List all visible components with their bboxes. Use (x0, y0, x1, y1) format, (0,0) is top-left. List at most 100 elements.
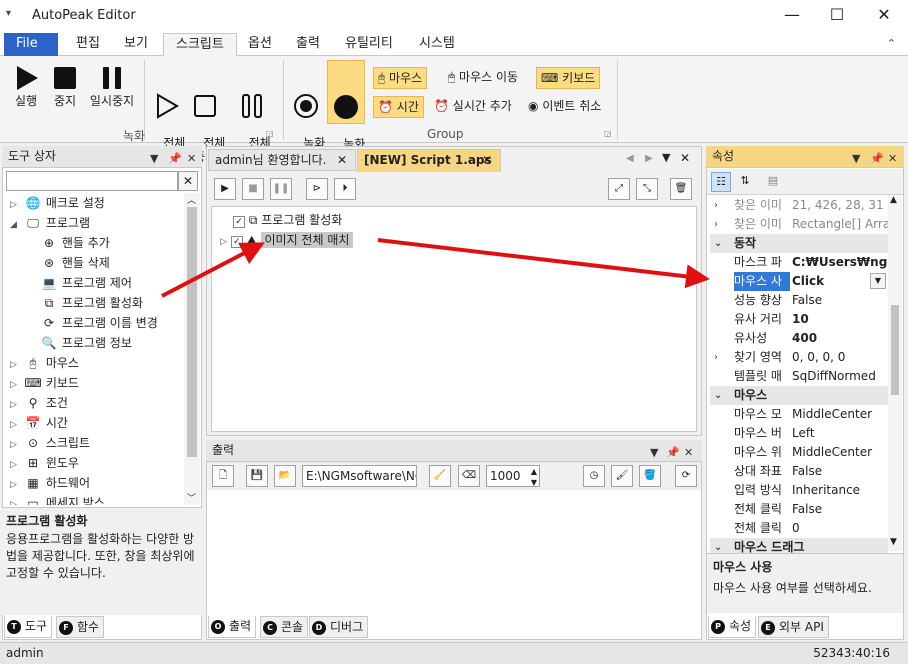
close-icon[interactable]: ✕ (888, 149, 897, 169)
property-value[interactable]: SqDiffNormed (792, 367, 888, 386)
tab-debug[interactable]: D 디버그 (309, 616, 369, 638)
output-count-stepper[interactable]: 1000 ▲ ▼ (486, 465, 540, 487)
record-stop-button[interactable]: 녹화 중지 (327, 60, 365, 165)
property-value[interactable]: 400 (792, 329, 888, 348)
output-save-button[interactable]: 💾 (246, 465, 268, 487)
property-row[interactable]: 전체 클릭 0 (710, 519, 888, 538)
tab-functions[interactable]: F 함수 (56, 616, 105, 638)
scrollbar-thumb[interactable] (187, 207, 197, 457)
expand-all-button[interactable]: ⤢ (608, 178, 630, 200)
properties-scrollbar[interactable]: ▲ ▼ (888, 195, 902, 551)
tab-list-icon[interactable]: ▼ (662, 151, 670, 164)
tree-item-mouse[interactable]: ▷ 🖰 마우스 (10, 353, 79, 373)
checkbox-checked-icon[interactable]: ✓ (233, 216, 245, 228)
output-new-button[interactable]: 🗋 (212, 465, 234, 487)
tab-file[interactable]: File (4, 33, 58, 56)
tab-output[interactable]: 출력 (284, 33, 332, 56)
tab-options[interactable]: 옵션 (236, 33, 284, 56)
close-icon[interactable]: ✕ (684, 443, 693, 463)
pin-icon[interactable]: 📌 (168, 149, 182, 169)
property-pages-icon[interactable]: ▤ (763, 172, 783, 192)
quick-access-menu-icon[interactable]: ▾ (6, 8, 11, 19)
output-fill-button[interactable]: 🪣 (639, 465, 661, 487)
script-run-to-button[interactable]: ⏵ (334, 178, 356, 200)
property-value[interactable]: False (792, 462, 888, 481)
property-value[interactable]: Inheritance (792, 481, 888, 500)
property-row[interactable]: 상대 좌표 False (710, 462, 888, 481)
collapse-icon[interactable]: ⌄ (714, 234, 722, 253)
property-row[interactable]: › 찾은 이미 Rectangle[] Array (710, 215, 888, 234)
output-brush-button[interactable]: 🖌 (611, 465, 633, 487)
property-value[interactable]: Left (792, 424, 888, 443)
toggle-time[interactable]: ⏰ 시간 (373, 96, 424, 118)
tree-item-program[interactable]: ◢ 🖵 프로그램 (10, 213, 90, 233)
tab-system[interactable]: 시스템 (407, 33, 467, 56)
scroll-up-icon[interactable]: ︿ (187, 193, 196, 206)
property-category[interactable]: ⌄ 동작 (710, 234, 888, 253)
tree-item-program-info[interactable]: 🔍 프로그램 정보 (40, 333, 132, 353)
expand-icon[interactable]: ▷ (10, 195, 24, 215)
ribbon-collapse-icon[interactable]: ⌃ (887, 37, 896, 50)
tree-item-macro-settings[interactable]: ▷ 🌐 매크로 설정 (10, 193, 105, 213)
toggle-realtime-add[interactable]: ⏰ 실시간 추가 (430, 96, 516, 118)
property-value[interactable]: Rectangle[] Array (792, 215, 888, 234)
property-row[interactable]: 마우스 사 Click ▼ (710, 272, 888, 291)
tab-external-api[interactable]: E 외부 API (758, 616, 829, 638)
toggle-cancel-event[interactable]: ◉ 이벤트 취소 (524, 96, 605, 118)
script-pause-button[interactable]: ❚❚ (270, 178, 292, 200)
scroll-down-icon[interactable]: ﹀ (187, 491, 196, 504)
group-launcher-icon[interactable]: ◲ (604, 129, 612, 138)
property-value[interactable]: MiddleCenter (792, 443, 888, 462)
stop-button[interactable]: 중지 (48, 64, 82, 108)
script-stop-button[interactable]: ■ (242, 178, 264, 200)
toggle-mouse[interactable]: 🖰 마우스 (373, 67, 428, 89)
script-node-activate[interactable]: ✓ ⧉ 프로그램 활성화 (233, 211, 342, 231)
property-value[interactable]: 0 (792, 519, 888, 538)
maximize-button[interactable]: ☐ (815, 0, 859, 32)
output-open-button[interactable]: 📂 (274, 465, 296, 487)
expand-icon[interactable]: ▷ (10, 435, 24, 455)
close-tab-icon[interactable]: ✕ (337, 150, 347, 170)
checkbox-checked-icon[interactable]: ✓ (230, 236, 243, 248)
script-run-button[interactable]: ▶ (214, 178, 236, 200)
expand-icon[interactable]: ▷ (10, 455, 24, 475)
tab-script[interactable]: 스크립트 (163, 33, 237, 57)
pause-button[interactable]: 일시중지 (86, 64, 138, 108)
property-value[interactable]: 21, 426, 28, 31 (792, 196, 888, 215)
output-clean-button[interactable]: 🧹 (429, 465, 451, 487)
scroll-down-icon[interactable]: ▼ (890, 537, 897, 547)
tree-item-keyboard[interactable]: ▷ ⌨ 키보드 (10, 373, 79, 393)
panel-menu-icon[interactable]: ▼ (150, 149, 158, 169)
expand-icon[interactable]: ▷ (10, 475, 24, 495)
property-row[interactable]: 전체 클릭 False (710, 500, 888, 519)
collapse-icon[interactable]: ⌄ (714, 386, 722, 405)
tree-item-delete-handle[interactable]: ⊛ 핸들 삭제 (40, 253, 110, 273)
expand-icon[interactable]: ▷ (10, 395, 24, 415)
close-tab-icon[interactable]: ✕ (482, 150, 492, 170)
tree-item-script[interactable]: ▷ ⊙ 스크립트 (10, 433, 90, 453)
property-row[interactable]: 성능 향상 False (710, 291, 888, 310)
property-row[interactable]: 유사성 400 (710, 329, 888, 348)
property-row[interactable]: 마스크 파 C:₩Users₩ngma (710, 253, 888, 272)
expand-icon[interactable]: ▷ (10, 355, 24, 375)
clear-search-button[interactable]: ✕ (178, 171, 198, 191)
collapse-all-button[interactable]: ⤡ (636, 178, 658, 200)
categorized-icon[interactable]: ☷ (711, 172, 731, 192)
tree-item-condition[interactable]: ▷ ⚲ 조건 (10, 393, 68, 413)
sort-alpha-icon[interactable]: ⇅ (735, 172, 755, 192)
tree-item-time[interactable]: ▷ 📅 시간 (10, 413, 68, 433)
tab-console[interactable]: C 콘솔 (260, 616, 309, 638)
run-button[interactable]: 실행 (8, 64, 44, 108)
property-row[interactable]: 템플릿 매 SqDiffNormed (710, 367, 888, 386)
script-step-button[interactable]: ⊳ (306, 178, 328, 200)
property-row[interactable]: 마우스 모 MiddleCenter (710, 405, 888, 424)
stepper-down-icon[interactable]: ▼ (531, 473, 537, 493)
tab-welcome[interactable]: admin님 환영합니다. ✕ (208, 149, 356, 171)
expand-icon[interactable]: › (714, 348, 718, 367)
delete-button[interactable]: 🗑 (670, 178, 692, 200)
collapse-icon[interactable]: ◢ (10, 215, 24, 235)
close-button[interactable]: ✕ (862, 0, 906, 32)
script-node-image-match[interactable]: ▷ ✓ ⛰ 이미지 전체 매치 (220, 231, 354, 251)
tab-tools[interactable]: T 도구 (4, 616, 53, 638)
property-category[interactable]: ⌄ 마우스 (710, 386, 888, 405)
